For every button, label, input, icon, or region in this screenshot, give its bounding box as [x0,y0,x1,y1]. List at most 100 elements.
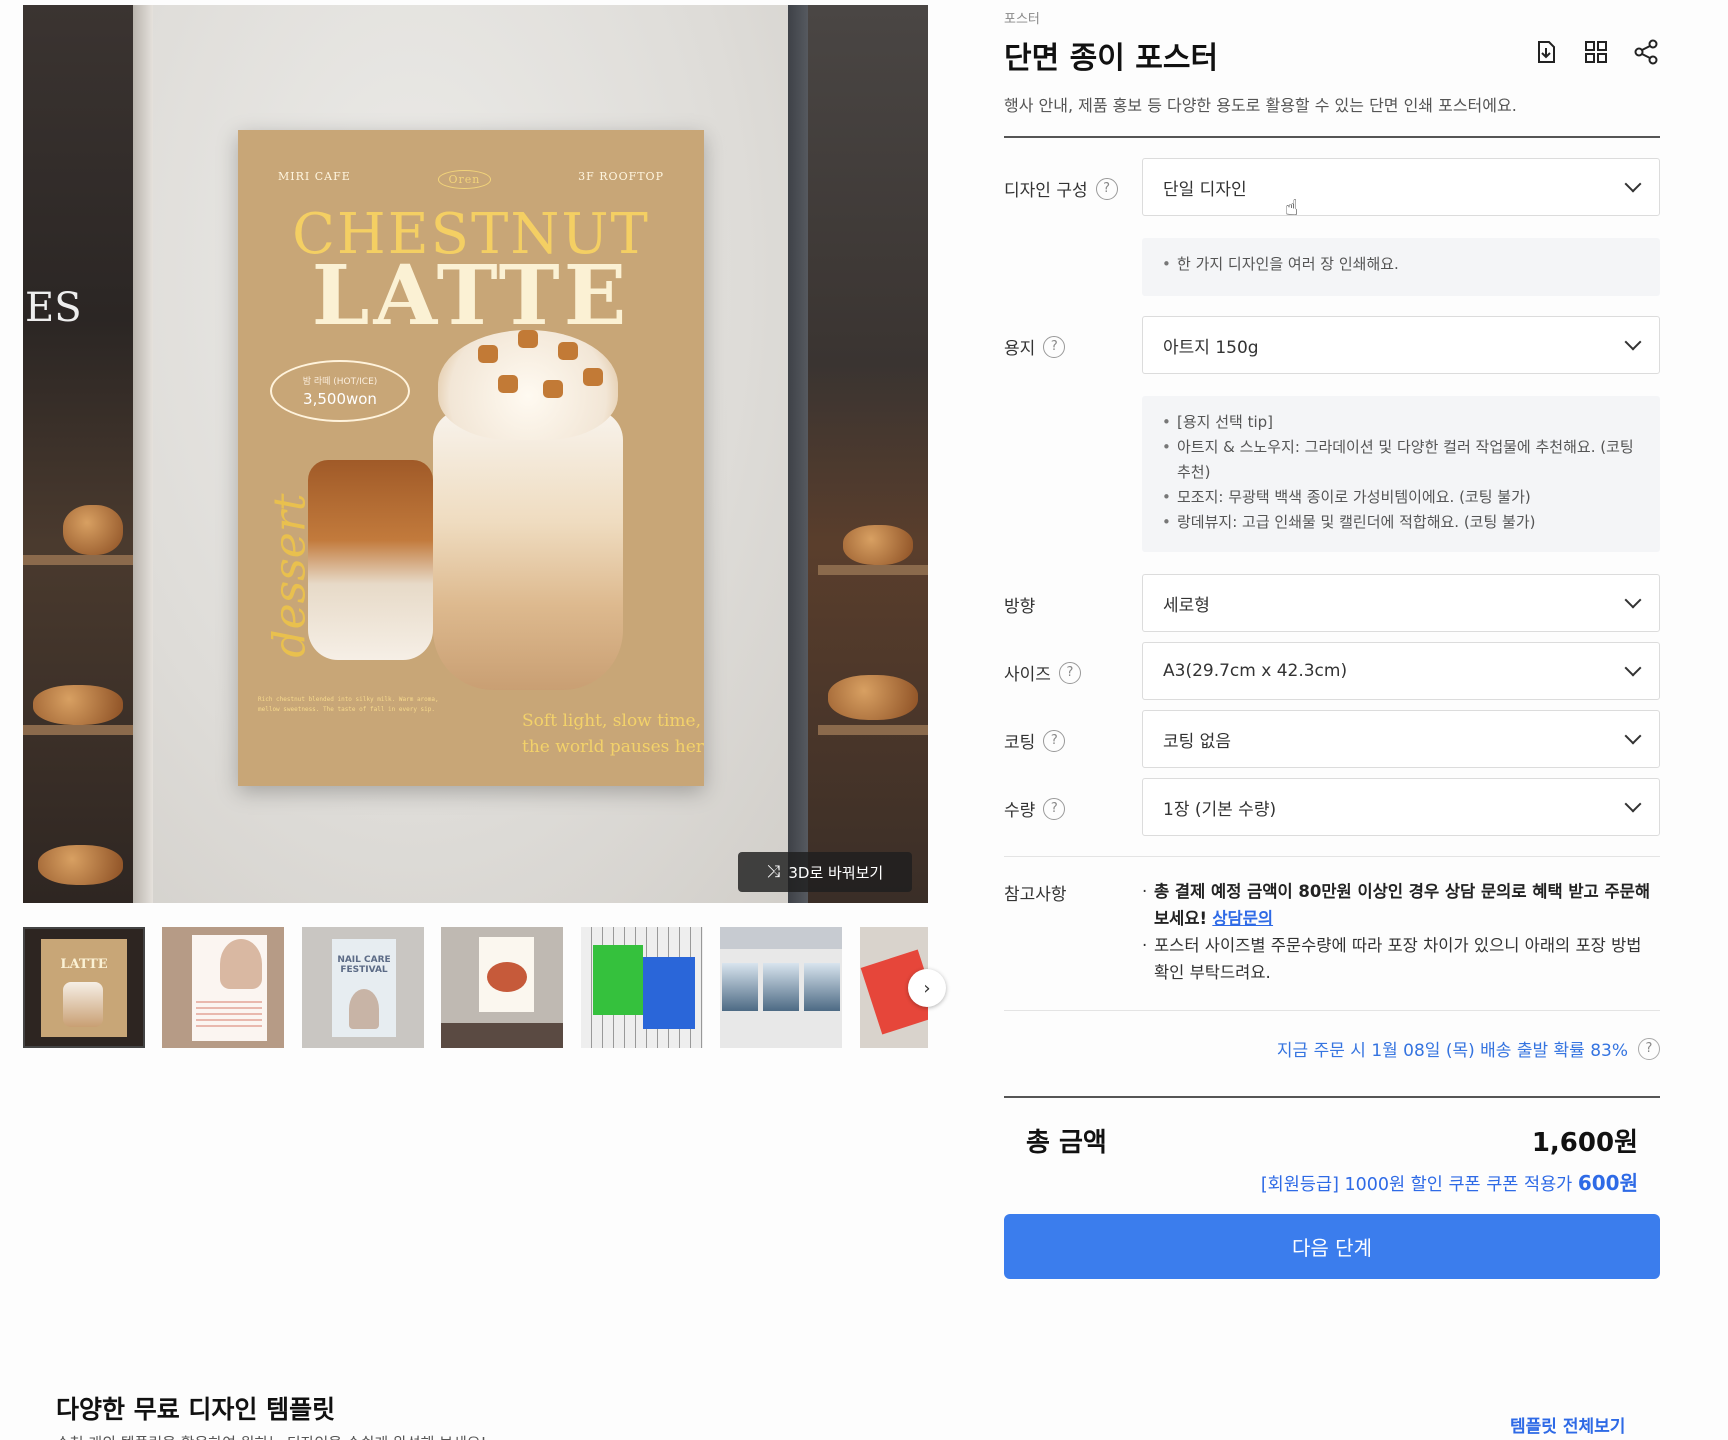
select-value: 세로형 [1163,595,1210,616]
thumbnail-blue-poster [643,957,695,1029]
poster-tagline-line: Soft light, slow time, [522,711,701,731]
poster-cafe-name: MIRI CAFE [278,170,351,183]
option-label-text: 디자인 구성 [1004,181,1088,201]
size-select[interactable]: A3(29.7cm x 42.3cm) [1142,642,1660,700]
thumbnail-label: NAIL CARE FESTIVAL [337,955,391,975]
thumbnail-text-lines [196,997,262,1027]
thumbnail-next-button[interactable]: › [908,969,946,1007]
thumbnail-cup [63,982,103,1027]
coupon-text: [회원등급] 1000원 할인 쿠폰 쿠폰 적용가 [1260,1175,1573,1195]
direction-select[interactable]: 세로형 [1142,574,1660,632]
consult-link[interactable]: 상담문의 [1212,909,1273,928]
help-icon[interactable]: ? [1043,729,1066,752]
pastry [843,525,913,565]
design-option-label: 디자인 구성 ? [1004,176,1118,201]
thumbnail-1[interactable]: LATTE [23,927,145,1048]
poster-header: MIRI CAFE Oren 3F ROOFTOP [238,170,704,189]
shelf [818,725,928,735]
thumbnail-green-poster [593,945,643,1015]
direction-option-label: 방향 [1004,592,1035,617]
divider [1004,136,1660,138]
design-select[interactable]: 단일 디자인 [1142,158,1660,216]
share-icon[interactable] [1632,38,1660,66]
chevron-down-icon [1624,333,1642,351]
shelf [23,725,133,735]
poster-small-copy: Rich chestnut blended into silky milk. W… [258,696,439,713]
help-icon[interactable]: ? [1043,335,1066,358]
poster-tagline: Soft light, slow time, the world pauses … [522,708,704,760]
thumbnail-5[interactable] [581,927,703,1048]
option-label-text: 방향 [1004,597,1036,617]
thumbnail-6[interactable] [720,927,842,1048]
grid-icon[interactable] [1582,38,1610,66]
pastry [38,845,123,885]
poster-price-badge: 밤 라떼 (HOT/ICE) 3,500won [270,360,410,422]
note-item: 한 가지 디자인을 여러 장 인쇄해요. [1162,252,1640,277]
thumbnail-strip: LATTE NAIL CARE FESTIVAL [23,927,928,1048]
paper-note: [용지 선택 tip] 아트지 & 스노우지: 그라데이션 및 다양한 컬러 작… [1142,396,1660,552]
help-icon[interactable]: ? [1638,1037,1660,1060]
shop-window-left [23,5,133,903]
note-item: [용지 선택 tip] [1162,410,1640,435]
shipping-text: 지금 주문 시 1월 08일 (목) 배송 출발 확률 83% [1276,1041,1628,1061]
paper-select[interactable]: 아트지 150g [1142,316,1660,374]
help-icon[interactable]: ? [1058,661,1081,684]
thumbnail-landscape-poster [763,963,799,1011]
thumbnail-landscape-poster [804,963,840,1011]
product-description: 행사 안내, 제품 홍보 등 다양한 용도로 활용할 수 있는 단면 인쇄 포스… [1004,96,1517,115]
reference-text: 총 결제 예정 금액이 80만원 이상인 경우 상담 문의로 혜택 받고 주문해… [1142,878,1660,986]
quantity-select[interactable]: 1장 (기본 수량) [1142,778,1660,836]
breadcrumb[interactable]: 포스터 [1004,8,1040,27]
total-price: 1,600원 [1531,1128,1638,1158]
thumbnail-portrait [349,989,379,1029]
paper-option-label: 용지 ? [1004,334,1066,359]
chevron-down-icon [1624,591,1642,609]
shelf [23,555,133,565]
chestnut-topping [478,345,498,363]
next-step-button[interactable]: 다음 단계 [1004,1214,1660,1279]
product-actions [1532,38,1660,66]
view-all-templates-link[interactable]: 템플릿 전체보기 [1510,1412,1625,1437]
thumbnail-dish [487,962,527,992]
option-label-text: 수량 [1004,801,1036,821]
select-value: 코팅 없음 [1163,731,1231,752]
select-value: 1장 (기본 수량) [1163,799,1277,820]
select-value: 단일 디자인 [1163,179,1247,200]
chestnut-topping [518,330,538,348]
shop-window-right [808,5,928,903]
divider [1004,856,1660,857]
pastry [33,685,123,725]
select-value: 아트지 150g [1163,337,1259,358]
divider [1004,1096,1660,1098]
option-label-text: 코팅 [1004,733,1036,753]
storefront-sign: ES [25,285,82,331]
product-hero-image: ES MIRI CAFE Oren 3F ROOFTOP CHESTNUT LA… [23,5,928,903]
chestnut-topping [558,342,578,360]
chevron-down-icon [1624,795,1642,813]
thumbnail-ceiling [720,927,842,949]
pastry [63,505,123,555]
mouse-cursor-icon: ☝ [1285,196,1299,221]
poster-price: 3,500won [303,390,377,408]
select-value: A3(29.7cm x 42.3cm) [1163,661,1348,681]
thumbnail-label: LATTE [60,957,108,972]
option-label-text: 사이즈 [1004,665,1051,685]
thumbnail-3[interactable]: NAIL CARE FESTIVAL [302,927,424,1048]
product-title: 단면 종이 포스터 [1004,41,1219,76]
reference-line: 총 결제 예정 금액이 80만원 이상인 경우 상담 문의로 혜택 받고 주문해… [1142,878,1660,932]
thumbnail-4[interactable] [441,927,563,1048]
chevron-down-icon [1624,659,1642,677]
design-note: 한 가지 디자인을 여러 장 인쇄해요. [1142,238,1660,296]
poster-location: 3F ROOFTOP [578,170,664,183]
thumbnail-2[interactable] [162,927,284,1048]
download-icon[interactable] [1532,38,1560,66]
help-icon[interactable]: ? [1095,177,1118,200]
poster-tagline-line: the world pauses here [522,737,704,757]
coupon-price: 600원 [1577,1171,1638,1195]
reference-line: 포스터 사이즈별 주문수량에 따라 포장 차이가 있으니 아래의 포장 방법 확… [1142,932,1660,986]
note-item: 모조지: 무광택 백색 종이로 가성비템이에요. (코팅 불가) [1162,485,1640,510]
templates-section-title: 다양한 무료 디자인 템플릿 [56,1395,336,1424]
coating-select[interactable]: 코팅 없음 [1142,710,1660,768]
view-3d-button[interactable]: ⤨ 3D로 바꿔보기 [738,852,912,892]
help-icon[interactable]: ? [1043,797,1066,820]
